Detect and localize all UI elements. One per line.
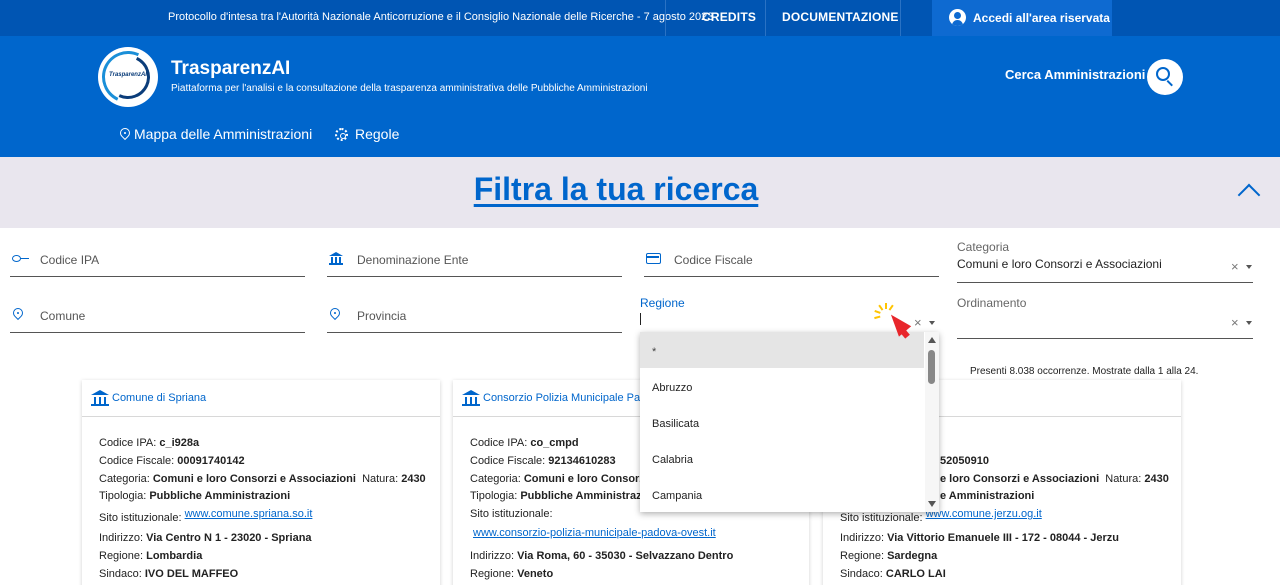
protocol-text: Protocollo d'intesa tra l'Autorità Nazio… — [168, 11, 714, 23]
denominazione-placeholder: Denominazione Ente — [357, 253, 469, 267]
categoria-label: Categoria — [957, 240, 1010, 254]
provincia-input[interactable]: Provincia — [327, 299, 622, 333]
credits-link[interactable]: CREDITS — [702, 10, 756, 24]
bank-icon — [462, 390, 481, 406]
results-summary: Presenti 8.038 occorrenze. Mostrate dall… — [970, 366, 1199, 377]
ordinamento-label: Ordinamento — [957, 296, 1027, 310]
search-button[interactable] — [1147, 59, 1183, 95]
card-row-tipologia: Tipologia: Pubbliche Amministraz — [470, 490, 642, 502]
site-title[interactable]: TrasparenzAI — [171, 58, 290, 80]
site-link[interactable]: www.consorzio-polizia-municipale-padova-… — [473, 527, 716, 539]
chevron-down-icon[interactable] — [929, 321, 935, 325]
gear-icon — [335, 128, 348, 141]
card-row-tipologia: e Amministrazioni — [940, 490, 1035, 502]
nav-label: Mappa delle Amministrazioni — [134, 126, 313, 142]
clear-icon[interactable]: × — [1231, 259, 1239, 274]
divider — [900, 0, 901, 36]
provincia-placeholder: Provincia — [357, 309, 407, 323]
comune-placeholder: Comune — [40, 309, 86, 323]
regione-option[interactable]: Campania — [640, 476, 924, 512]
scroll-up-icon[interactable] — [928, 337, 936, 343]
result-card: Comune di Spriana Codice IPA: c_i928a Co… — [82, 380, 440, 585]
card-row-cf: 52050910 — [940, 455, 989, 467]
filter-title[interactable]: Filtra la tua ricerca — [0, 171, 1232, 208]
card-header: Comune di Spriana — [82, 380, 440, 417]
card-row-sindaco: Sindaco: CARLO LAI — [840, 568, 946, 580]
codice-ipa-input[interactable]: Codice IPA — [10, 243, 305, 277]
clear-icon[interactable]: × — [1231, 315, 1239, 330]
card-row-regione: Regione: Lombardia — [99, 550, 203, 562]
regione-dropdown: * Abruzzo Basilicata Calabria Campania — [640, 332, 939, 512]
divider — [765, 0, 766, 36]
card-row-sito: Sito istituzionale: www.comune.jerzu.og.… — [840, 508, 1042, 524]
regione-option[interactable]: Calabria — [640, 440, 924, 476]
card-row-ipa: Codice IPA: co_cmpd — [470, 437, 579, 449]
documentazione-link[interactable]: DOCUMENTAZIONE — [782, 10, 899, 24]
comune-input[interactable]: Comune — [10, 299, 305, 333]
card-row-indirizzo: Indirizzo: Via Roma, 60 - 35030 - Selvaz… — [470, 550, 734, 562]
bank-icon — [329, 251, 343, 265]
regione-option[interactable]: Abruzzo — [640, 368, 924, 404]
card-row-sindaco: Sindaco: IVO DEL MAFFEO — [99, 568, 239, 580]
card-title[interactable]: Comune di Spriana — [112, 392, 206, 404]
scrollbar-thumb[interactable] — [928, 350, 935, 384]
chevron-down-icon[interactable] — [1246, 265, 1252, 269]
card-row-sito: Sito istituzionale: www.comune.spriana.s… — [99, 508, 313, 524]
search-label[interactable]: Cerca Amministrazioni — [1005, 67, 1145, 82]
codice-fiscale-input[interactable]: Codice Fiscale — [644, 243, 939, 277]
card-row-indirizzo: Indirizzo: Via Centro N 1 - 23020 - Spri… — [99, 532, 312, 544]
user-icon — [949, 9, 966, 26]
text-cursor — [640, 313, 641, 325]
site-header: TrasparenzAI TrasparenzAI Piattaforma pe… — [0, 36, 1280, 157]
search-icon — [1156, 67, 1170, 81]
bank-icon — [91, 390, 110, 406]
card-row-ipa: Codice IPA: c_i928a — [99, 437, 200, 449]
categoria-select[interactable]: Categoria Comuni e loro Consorzi e Assoc… — [957, 240, 1253, 283]
key-icon — [12, 251, 29, 265]
map-pin-icon — [327, 305, 343, 321]
filter-header: Filtra la tua ricerca — [0, 157, 1280, 228]
ordinamento-select[interactable]: Ordinamento × — [957, 296, 1253, 339]
card-row-categoria: Categoria: Comuni e loro Consorzi — [470, 473, 648, 485]
card-row-tipologia: Tipologia: Pubbliche Amministrazioni — [99, 490, 291, 502]
chevron-down-icon[interactable] — [1246, 321, 1252, 325]
card-row-categoria: Categoria: Comuni e loro Consorzi e Asso… — [99, 473, 426, 485]
denominazione-input[interactable]: Denominazione Ente — [327, 243, 622, 277]
card-row-regione: Regione: Sardegna — [840, 550, 938, 562]
click-cursor-icon — [874, 303, 916, 343]
logo-text: TrasparenzAI — [109, 72, 147, 78]
login-button[interactable]: Accedi all'area riservata — [932, 0, 1112, 36]
card-row-regione: Regione: Veneto — [470, 568, 554, 580]
scroll-down-icon[interactable] — [928, 501, 936, 507]
site-subtitle: Piattaforma per l'analisi e la consultaz… — [171, 83, 648, 94]
credit-card-icon — [646, 251, 661, 265]
dropdown-scrollbar[interactable] — [925, 332, 939, 512]
card-row-cf: Codice Fiscale: 00091740142 — [99, 455, 245, 467]
chevron-up-icon[interactable] — [1237, 183, 1261, 207]
codice-fiscale-placeholder: Codice Fiscale — [674, 253, 753, 267]
nav-label: Regole — [355, 126, 400, 142]
top-bar: Protocollo d'intesa tra l'Autorità Nazio… — [0, 0, 1280, 36]
categoria-value: Comuni e loro Consorzi e Associazioni — [957, 257, 1162, 271]
login-label: Accedi all'area riservata — [973, 11, 1110, 25]
map-pin-icon — [117, 125, 133, 141]
card-row-sito-link: www.consorzio-polizia-municipale-padova-… — [473, 527, 716, 539]
card-row-indirizzo: Indirizzo: Via Vittorio Emanuele III - 1… — [840, 532, 1119, 544]
card-title[interactable]: Consorzio Polizia Municipale Pa — [483, 392, 640, 404]
card-row-categoria: e loro Consorzi e Associazioni Natura: 2… — [940, 473, 1169, 485]
regione-label: Regione — [640, 296, 685, 310]
regione-option[interactable]: Basilicata — [640, 404, 924, 440]
divider — [665, 0, 666, 36]
card-row-cf: Codice Fiscale: 92134610283 — [470, 455, 616, 467]
site-link[interactable]: www.comune.spriana.so.it — [185, 508, 313, 520]
map-pin-icon — [10, 305, 26, 321]
card-row-sito: Sito istituzionale: — [470, 508, 553, 520]
site-logo[interactable]: TrasparenzAI — [98, 47, 158, 107]
site-link[interactable]: www.comune.jerzu.og.it — [926, 508, 1042, 520]
codice-ipa-placeholder: Codice IPA — [40, 253, 100, 267]
